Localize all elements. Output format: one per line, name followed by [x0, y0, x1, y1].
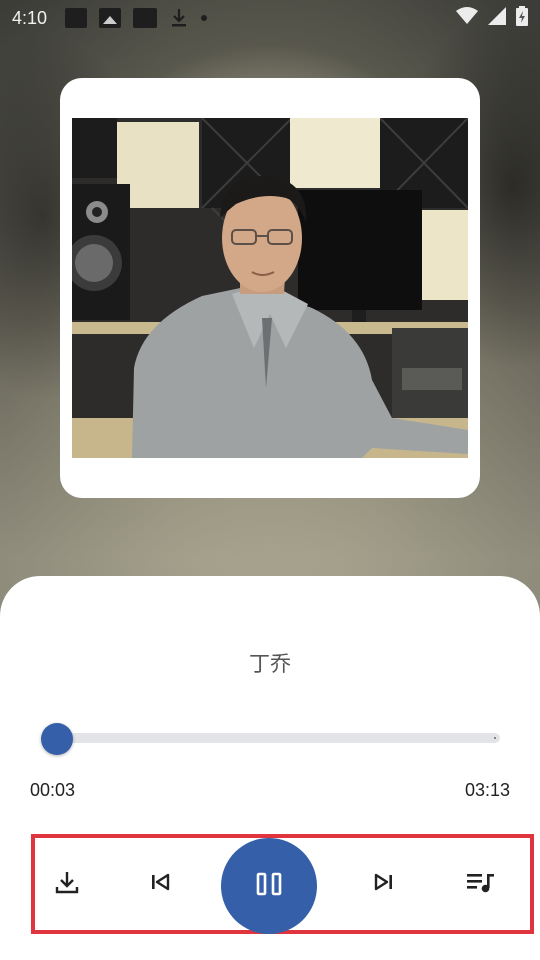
album-art-image — [72, 118, 468, 458]
image-icon — [99, 8, 122, 28]
download-icon — [169, 8, 189, 28]
pause-button[interactable] — [221, 838, 317, 934]
progress-end-marker — [494, 737, 496, 739]
playlist-button[interactable] — [457, 860, 505, 908]
status-bar: 4:10 — [0, 0, 540, 36]
skip-next-icon — [372, 872, 394, 897]
elapsed-time: 00:03 — [30, 780, 76, 800]
album-card — [60, 78, 480, 498]
dot-icon — [201, 15, 208, 21]
playlist-icon — [466, 870, 496, 899]
app-notification-icon — [65, 8, 88, 28]
player-sheet: 丁乔 00:03 03:13 — [0, 576, 540, 960]
media-icon — [133, 8, 158, 28]
wifi-icon — [456, 6, 478, 30]
battery-icon — [516, 5, 528, 31]
track-title: 丁乔 — [249, 652, 291, 676]
pause-icon — [256, 872, 282, 901]
total-time: 03:13 — [464, 780, 510, 800]
status-time: 4:10 — [12, 7, 48, 28]
download-button[interactable] — [43, 860, 91, 908]
skip-previous-icon — [150, 872, 172, 897]
progress-bar[interactable] — [44, 733, 500, 743]
next-button[interactable] — [359, 860, 407, 908]
playback-controls — [31, 834, 534, 934]
previous-button[interactable] — [137, 860, 185, 908]
progress-thumb[interactable] — [41, 723, 74, 755]
download-icon — [54, 869, 80, 900]
cellular-signal-icon — [488, 6, 506, 30]
